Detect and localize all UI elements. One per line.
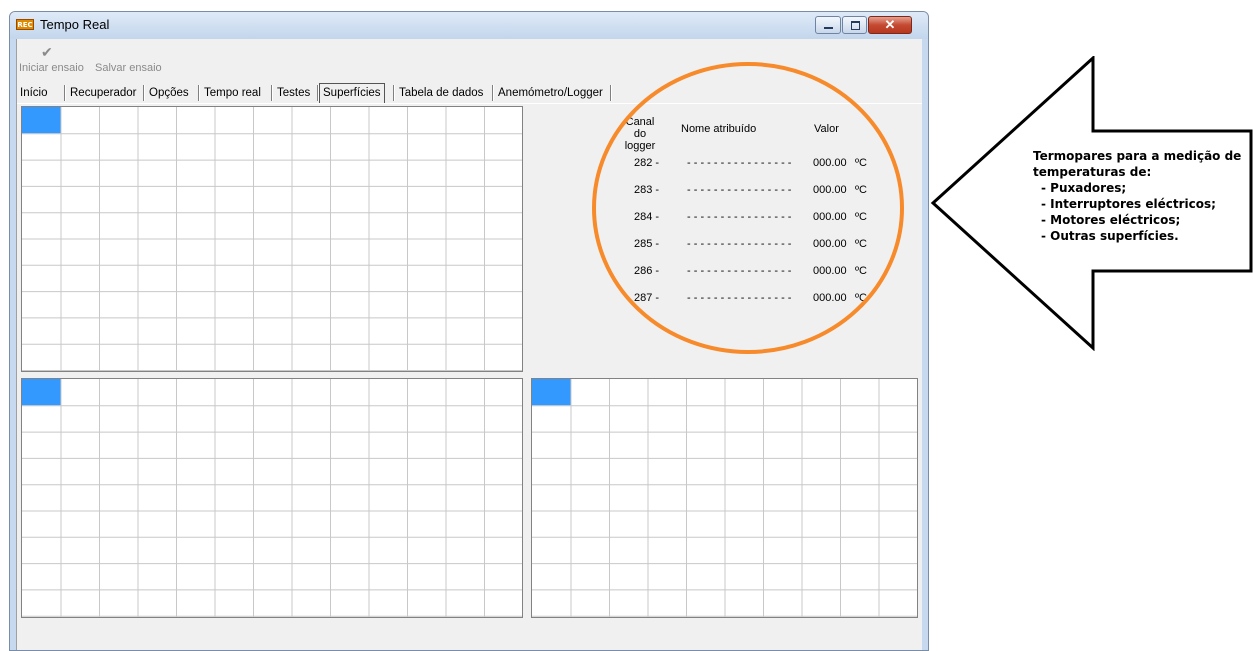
callout-item: - Interruptores eléctricos; bbox=[1041, 197, 1216, 211]
value-column-header: Valor bbox=[814, 123, 839, 135]
channel-value: 000.00 bbox=[813, 265, 847, 277]
channel-value: 000.00 bbox=[813, 184, 847, 196]
tab-separator bbox=[143, 85, 145, 101]
channel-name: - - - - - - - - - - - - - - - - bbox=[687, 238, 792, 250]
tab-separator bbox=[198, 85, 200, 101]
channel-number: 285 - bbox=[634, 238, 660, 250]
check-icon: ✔ bbox=[41, 44, 53, 60]
tempo-real-window: REC Tempo Real ✕ ✔ Iniciar ensaio Salvar… bbox=[9, 11, 929, 651]
channel-unit: ºC bbox=[855, 238, 867, 250]
channel-name: - - - - - - - - - - - - - - - - bbox=[687, 292, 792, 304]
tab-anemometro-logger[interactable]: Anemómetro/Logger bbox=[495, 84, 606, 102]
callout-title: Termopares para a medição de temperatura… bbox=[1033, 149, 1242, 179]
tab-separator bbox=[64, 85, 66, 101]
channel-number: 284 - bbox=[634, 211, 660, 223]
name-column-header: Nome atribuído bbox=[681, 123, 757, 135]
channel-name: - - - - - - - - - - - - - - - - bbox=[687, 184, 792, 196]
surface-grid-bottom-left[interactable] bbox=[21, 378, 523, 618]
channel-value: 000.00 bbox=[813, 292, 847, 304]
grid-lines bbox=[22, 107, 522, 371]
channel-value: 000.00 bbox=[813, 211, 847, 223]
channel-number: 287 - bbox=[634, 292, 660, 304]
tab-pane-border bbox=[17, 103, 922, 104]
tab-inicio[interactable]: Início bbox=[17, 84, 51, 102]
window-title: Tempo Real bbox=[40, 17, 110, 32]
channel-unit: ºC bbox=[855, 265, 867, 277]
start-test-button[interactable]: Iniciar ensaio bbox=[19, 62, 84, 74]
channel-value: 000.00 bbox=[813, 157, 847, 169]
tab-separator bbox=[610, 85, 612, 101]
channel-number: 282 - bbox=[634, 157, 660, 169]
client-area: ✔ Iniciar ensaio Salvar ensaio Início Re… bbox=[16, 39, 922, 650]
tab-tabela-de-dados[interactable]: Tabela de dados bbox=[396, 84, 486, 102]
tab-opcoes[interactable]: Opções bbox=[146, 84, 192, 102]
minimize-button[interactable] bbox=[815, 16, 841, 34]
tab-superficies[interactable]: Superfícies bbox=[319, 83, 385, 104]
channel-unit: ºC bbox=[855, 184, 867, 196]
tab-separator bbox=[393, 85, 395, 101]
close-icon: ✕ bbox=[884, 17, 896, 32]
channel-unit: ºC bbox=[855, 157, 867, 169]
channel-name: - - - - - - - - - - - - - - - - bbox=[687, 211, 792, 223]
minimize-icon bbox=[824, 27, 833, 29]
close-button[interactable]: ✕ bbox=[868, 16, 912, 34]
callout-item: - Puxadores; bbox=[1041, 181, 1127, 195]
tab-strip: Início Recuperador Opções Tempo real Tes… bbox=[17, 83, 922, 104]
channel-name: - - - - - - - - - - - - - - - - bbox=[687, 265, 792, 277]
channel-value: 000.00 bbox=[813, 238, 847, 250]
surface-grid-top[interactable] bbox=[21, 106, 523, 372]
tab-separator bbox=[271, 85, 273, 101]
tab-testes[interactable]: Testes bbox=[274, 84, 313, 102]
save-test-button[interactable]: Salvar ensaio bbox=[95, 62, 162, 74]
tab-recuperador[interactable]: Recuperador bbox=[67, 84, 139, 102]
tab-tempo-real[interactable]: Tempo real bbox=[201, 84, 264, 102]
selected-cell bbox=[532, 379, 571, 406]
channel-unit: ºC bbox=[855, 211, 867, 223]
callout-item: - Motores eléctricos; bbox=[1041, 213, 1181, 227]
grid-lines bbox=[532, 379, 917, 617]
channel-number: 283 - bbox=[634, 184, 660, 196]
callout-item: - Outras superfícies. bbox=[1041, 229, 1179, 243]
channel-name: - - - - - - - - - - - - - - - - bbox=[687, 157, 792, 169]
grid-lines bbox=[22, 379, 522, 617]
callout-text: Termopares para a medição de temperatura… bbox=[1033, 148, 1251, 244]
surface-grid-bottom-right[interactable] bbox=[531, 378, 918, 618]
selected-cell bbox=[22, 379, 61, 406]
selected-cell bbox=[22, 107, 61, 134]
title-bar[interactable]: REC Tempo Real ✕ bbox=[10, 12, 928, 39]
app-icon: REC bbox=[16, 19, 34, 30]
channel-column-header: Canal do logger bbox=[624, 116, 656, 152]
channel-unit: ºC bbox=[855, 292, 867, 304]
tab-separator bbox=[492, 85, 494, 101]
maximize-button[interactable] bbox=[842, 16, 867, 34]
channel-number: 286 - bbox=[634, 265, 660, 277]
maximize-icon bbox=[851, 21, 860, 30]
